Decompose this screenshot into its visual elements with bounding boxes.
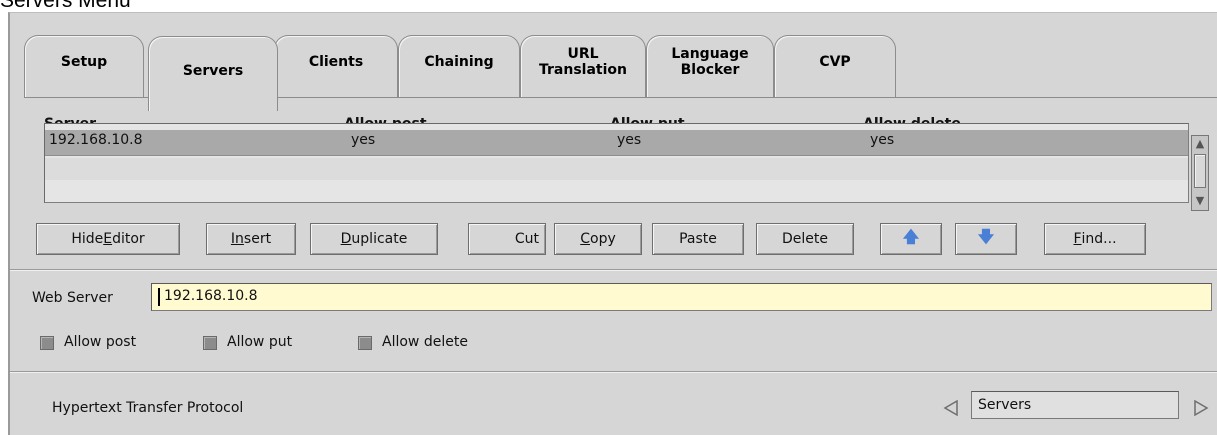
cell-allow-post: yes (351, 132, 376, 148)
duplicate-button[interactable]: Duplicate (310, 223, 438, 255)
allow-put-checkbox[interactable] (203, 336, 217, 350)
arrow-down-icon: 🡇 (977, 226, 995, 246)
scroll-up-icon[interactable]: ▲ (1194, 137, 1206, 151)
button-label: opy (590, 231, 616, 247)
button-label: uplicate (351, 231, 408, 247)
cut-button[interactable]: Cut (468, 223, 546, 255)
delete-button[interactable]: Delete (756, 223, 854, 255)
server-table: 192.168.10.8 yes yes yes (44, 123, 1189, 203)
button-label: Hide (71, 231, 104, 247)
cell-allow-put: yes (617, 132, 642, 148)
paste-button[interactable]: Paste (652, 223, 744, 255)
button-mnemonic: E (103, 231, 113, 247)
button-mnemonic: In (230, 231, 244, 247)
button-label: ind... (1081, 231, 1117, 247)
table-row[interactable]: 192.168.10.8 yes yes yes (45, 130, 1188, 156)
allow-delete-label: Allow delete (382, 334, 468, 350)
copy-button[interactable]: Copy (554, 223, 642, 255)
allow-delete-checkbox[interactable] (358, 336, 372, 350)
button-label: ditor (112, 231, 145, 247)
button-mnemonic: F (1073, 231, 1082, 247)
app-window: Setup Servers Clients Chaining URL Trans… (8, 12, 1217, 435)
section-divider (10, 269, 1217, 271)
table-scrollbar[interactable]: ▲ ▼ (1191, 135, 1209, 211)
web-server-label: Web Server (32, 290, 113, 306)
allow-post-checkbox[interactable] (40, 336, 54, 350)
menu-next-icon[interactable] (1193, 399, 1209, 417)
tab-servers[interactable]: Servers (148, 36, 278, 111)
menu-select[interactable]: Servers (971, 391, 1179, 419)
scroll-thumb[interactable] (1194, 154, 1206, 188)
menu-prev-icon[interactable] (943, 399, 959, 417)
cell-server: 192.168.10.8 (49, 132, 143, 148)
arrow-up-icon: 🡅 (902, 226, 920, 246)
insert-button[interactable]: In sert (206, 223, 296, 255)
button-label: sert (243, 231, 272, 247)
move-up-button[interactable]: 🡅 (880, 223, 942, 255)
web-server-input[interactable]: 192.168.10.8 (151, 283, 1212, 311)
button-mnemonic: D (340, 231, 352, 247)
protocol-label: Hypertext Transfer Protocol (52, 400, 244, 416)
allow-put-label: Allow put (227, 334, 293, 350)
table-row-empty[interactable] (45, 158, 1188, 180)
text-cursor (158, 288, 160, 306)
button-mnemonic: C (580, 231, 591, 247)
move-down-button[interactable]: 🡇 (955, 223, 1017, 255)
cell-allow-delete: yes (870, 132, 895, 148)
section-divider (10, 371, 1217, 373)
hide-editor-button[interactable]: Hide Editor (36, 223, 180, 255)
web-server-value: 192.168.10.8 (164, 288, 258, 304)
scroll-down-icon[interactable]: ▼ (1194, 194, 1206, 208)
find-button[interactable]: Find... (1044, 223, 1146, 255)
allow-post-label: Allow post (64, 334, 137, 350)
